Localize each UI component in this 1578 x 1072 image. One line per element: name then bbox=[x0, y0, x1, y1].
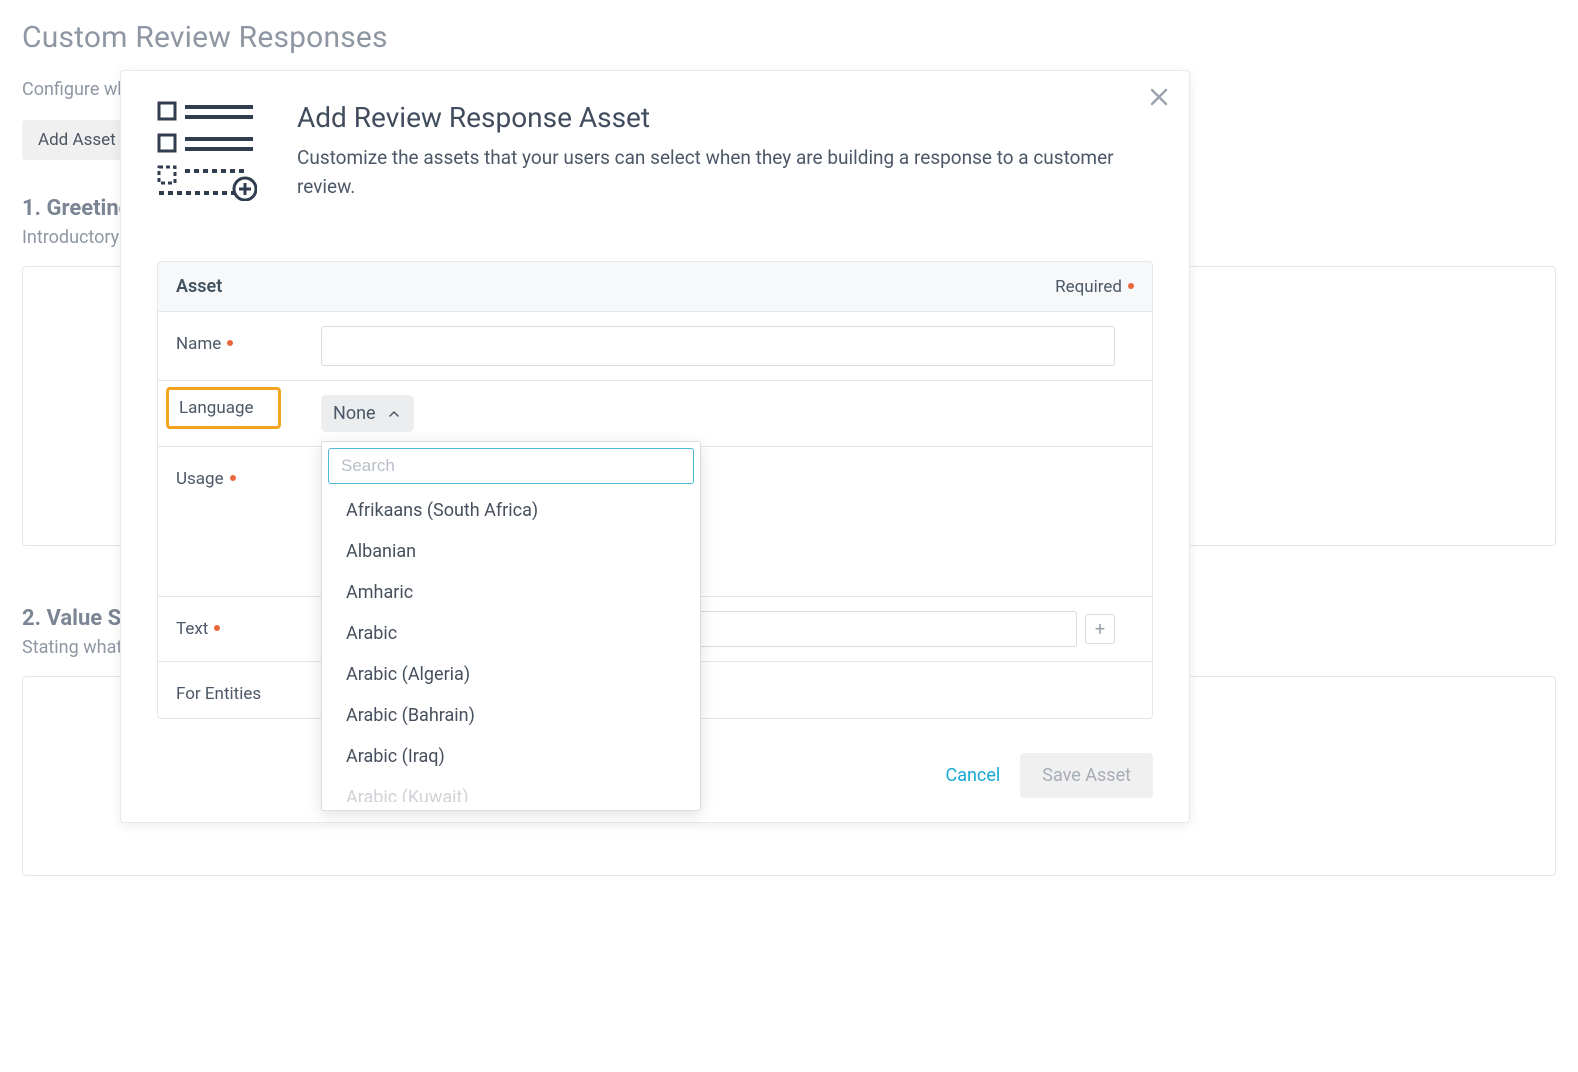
language-option[interactable]: Amharic bbox=[322, 572, 700, 613]
name-input[interactable] bbox=[321, 326, 1115, 366]
required-dot-icon bbox=[1128, 283, 1134, 289]
add-asset-button[interactable]: Add Asset bbox=[22, 120, 132, 160]
form-header-asset: Asset bbox=[176, 276, 222, 297]
label-language: Language bbox=[176, 395, 321, 429]
required-dot-icon bbox=[230, 475, 236, 481]
language-dropdown: Afrikaans (South Africa) Albanian Amhari… bbox=[321, 441, 701, 811]
required-dot-icon bbox=[214, 625, 220, 631]
add-text-button[interactable]: + bbox=[1085, 614, 1115, 644]
language-option[interactable]: Arabic (Algeria) bbox=[322, 654, 700, 695]
modal-description: Customize the assets that your users can… bbox=[297, 144, 1153, 201]
label-for-entities: For Entities bbox=[176, 676, 321, 704]
language-option[interactable]: Arabic (Kuwait) bbox=[322, 777, 700, 802]
language-option[interactable]: Albanian bbox=[322, 531, 700, 572]
chevron-up-icon bbox=[386, 406, 402, 422]
plus-icon: + bbox=[1095, 619, 1105, 640]
modal-title: Add Review Response Asset bbox=[297, 101, 1153, 134]
required-dot-icon bbox=[227, 340, 233, 346]
cancel-button[interactable]: Cancel bbox=[945, 765, 1000, 786]
asset-list-icon bbox=[157, 101, 263, 205]
label-text: Text bbox=[176, 611, 321, 639]
language-dropdown-toggle[interactable]: None bbox=[321, 395, 414, 432]
language-option[interactable]: Arabic (Bahrain) bbox=[322, 695, 700, 736]
form-card: Asset Required Name Language bbox=[157, 261, 1153, 719]
save-asset-button[interactable]: Save Asset bbox=[1020, 753, 1153, 798]
label-name: Name bbox=[176, 326, 321, 354]
close-icon[interactable] bbox=[1147, 85, 1171, 109]
page-title: Custom Review Responses bbox=[22, 20, 1556, 55]
form-header-required: Required bbox=[1055, 277, 1134, 297]
language-option[interactable]: Arabic bbox=[322, 613, 700, 654]
language-option[interactable]: Afrikaans (South Africa) bbox=[322, 490, 700, 531]
language-option[interactable]: Arabic (Iraq) bbox=[322, 736, 700, 777]
language-search-input[interactable] bbox=[339, 455, 683, 477]
label-usage: Usage bbox=[176, 461, 321, 489]
add-asset-modal: Add Review Response Asset Customize the … bbox=[120, 70, 1190, 823]
